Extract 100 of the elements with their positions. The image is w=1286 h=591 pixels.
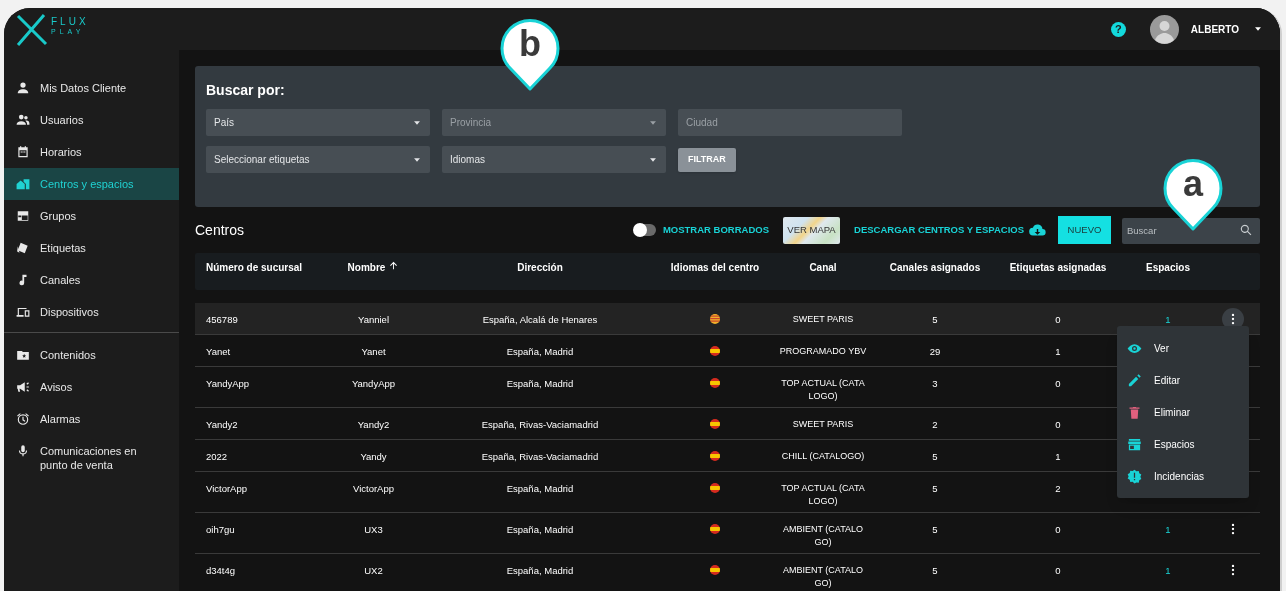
table-cell-text: UX2 xyxy=(364,564,383,578)
column-header: Idiomas del centro xyxy=(670,261,760,275)
table-cell-text: España, Madrid xyxy=(506,523,574,537)
striped-flag-icon xyxy=(710,314,720,324)
sidebar-item[interactable]: Avisos xyxy=(4,371,179,403)
table-cell-text: 5 xyxy=(932,450,938,464)
table-cell-text: Yanet xyxy=(361,345,386,359)
sidebar-item[interactable]: Grupos xyxy=(4,200,179,232)
table-cell-text: 1 xyxy=(1055,345,1061,359)
table-cell-text: VictorApp xyxy=(353,482,394,496)
column-header: Dirección xyxy=(517,261,563,275)
table-cell: CHILL (CATALOGO) xyxy=(781,450,865,463)
select-field[interactable]: Idiomas xyxy=(442,146,666,173)
select-field[interactable]: Seleccionar etiquetas xyxy=(206,146,430,173)
sidebar-item[interactable]: Horarios xyxy=(4,136,179,168)
trash-icon xyxy=(1127,404,1142,420)
table-cell-text: 5 xyxy=(932,482,938,496)
user-menu[interactable]: ALBERTO xyxy=(1190,21,1263,37)
new-button[interactable]: NUEVO xyxy=(1058,216,1111,244)
calendar-icon xyxy=(16,145,30,159)
person-icon xyxy=(16,81,30,95)
table-cell-text: Yanniel xyxy=(358,313,389,327)
sidebar-item[interactable]: Comunicaciones en punto de venta xyxy=(4,435,179,481)
column-header: Etiquetas asignadas xyxy=(1009,261,1107,275)
table-cell: TOP ACTUAL (CATALOGO) xyxy=(780,482,866,508)
table-cell-text: Yandy xyxy=(360,450,387,464)
alarm-clock-icon xyxy=(16,412,30,426)
spain-flag-icon xyxy=(710,419,720,429)
sidebar-item[interactable]: Mis Datos Cliente xyxy=(4,72,179,104)
sidebar-item[interactable]: Etiquetas xyxy=(4,232,179,264)
alert-badge-icon xyxy=(1127,468,1142,484)
table-cell-text: 0 xyxy=(1055,313,1061,327)
avatar-icon[interactable] xyxy=(1149,14,1179,44)
table-cell-text: España, Alcalá de Henares xyxy=(482,313,598,327)
table-cell: SWEET PARIS xyxy=(792,313,854,326)
table-cell-text: YandyApp xyxy=(351,377,396,391)
column-header: Número de sucursal xyxy=(206,261,303,275)
sidebar-item[interactable]: Centros y espacios xyxy=(4,168,179,200)
table-cell-text: España, Rivas-Vaciamadrid xyxy=(481,418,599,432)
table-cell-text: España, Madrid xyxy=(506,345,574,359)
table-cell: SWEET PARIS xyxy=(792,418,854,431)
table-cell-text: 1 xyxy=(1165,313,1171,327)
spain-flag-icon xyxy=(710,483,720,493)
menu-item[interactable]: Ver xyxy=(1117,332,1249,364)
people-icon xyxy=(16,113,30,127)
table-cell-text: 0 xyxy=(1055,377,1061,391)
map-button[interactable]: VER MAPA xyxy=(783,216,840,244)
sidebar-item[interactable]: Usuarios xyxy=(4,104,179,136)
menu-item[interactable]: Eliminar xyxy=(1117,396,1249,428)
table-cell-text: España, Rivas-Vaciamadrid xyxy=(481,450,599,464)
pencil-icon xyxy=(1127,372,1142,388)
sidebar-item[interactable]: Dispositivos xyxy=(4,296,179,328)
menu-item[interactable]: Espacios xyxy=(1117,428,1249,460)
table-cell: 456789 xyxy=(206,314,238,325)
table-cell-text: 5 xyxy=(932,313,938,327)
spain-flag-icon xyxy=(710,524,720,534)
callout-marker: a xyxy=(1163,158,1223,232)
table-cell: TOP ACTUAL (CATALOGO) xyxy=(780,377,866,403)
music-note-icon xyxy=(16,273,30,287)
column-header: Espacios xyxy=(1146,261,1190,275)
table-cell: 2022 xyxy=(206,451,228,462)
help-button[interactable]: ? xyxy=(1110,21,1126,37)
table-cell-text: 5 xyxy=(932,523,938,537)
table-cell-text: Yandy2 xyxy=(357,418,390,432)
table-cell: VictorApp xyxy=(206,483,247,494)
table-cell-text: 2 xyxy=(1055,482,1061,496)
table-cell-text: 29 xyxy=(929,345,941,359)
sidebar-item[interactable]: Alarmas xyxy=(4,403,179,435)
sidebar-item[interactable]: Contenidos xyxy=(4,339,179,371)
table-cell-text: AMBIENT (CATALOGO) xyxy=(782,564,864,590)
folder-icon xyxy=(16,348,30,362)
column-header: Canales asignados xyxy=(889,261,981,275)
table-cell-text: España, Madrid xyxy=(506,482,574,496)
column-header[interactable]: Nombre xyxy=(347,260,386,275)
table-cell-text: 3 xyxy=(932,377,938,391)
spain-flag-icon xyxy=(710,451,720,461)
table-cell-text: 5 xyxy=(932,564,938,578)
download-link[interactable]: DESCARGAR CENTROS Y ESPACIOS xyxy=(854,221,1046,239)
devices-icon xyxy=(16,305,30,319)
table-cell-text: 0 xyxy=(1055,418,1061,432)
table-cell-text: 1 xyxy=(1165,523,1171,537)
table-cell-text: UX3 xyxy=(364,523,383,537)
search-field[interactable]: Buscar xyxy=(1122,217,1260,244)
store-icon xyxy=(1127,436,1142,452)
grid-icon xyxy=(16,209,30,223)
select-field[interactable]: País xyxy=(206,109,430,136)
menu-item[interactable]: Editar xyxy=(1117,364,1249,396)
microphone-icon xyxy=(16,444,30,458)
sidebar-item[interactable]: Canales xyxy=(4,264,179,296)
table-cell: Yandy2 xyxy=(206,419,238,430)
table-cell-text: España, Madrid xyxy=(506,377,574,391)
city-field[interactable]: Ciudad xyxy=(678,109,902,136)
menu-item[interactable]: Incidencias xyxy=(1117,460,1249,492)
tags-icon xyxy=(16,241,30,255)
table-cell: PROGRAMADO YBV xyxy=(779,345,867,358)
selected-row[interactable]: 456789 Yanniel España, Alcalá de Henares SWEET PARIS 5 0 1 xyxy=(195,303,1260,335)
callout-marker: b xyxy=(500,18,560,92)
toggle-label: MOSTRAR BORRADOS xyxy=(662,222,769,237)
buildings-icon xyxy=(16,177,30,191)
toggle-switch[interactable] xyxy=(633,224,656,236)
